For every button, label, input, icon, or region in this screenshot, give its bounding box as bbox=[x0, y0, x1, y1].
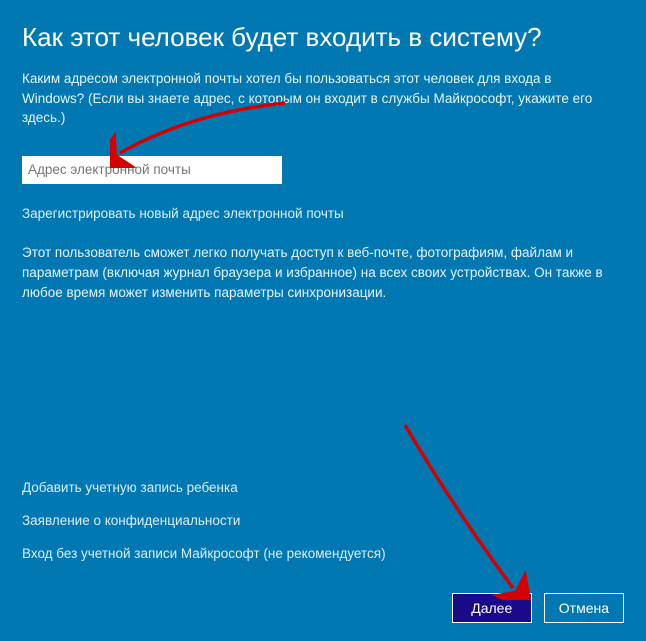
dialog-container: Как этот человек будет входить в систему… bbox=[0, 0, 646, 641]
cancel-button[interactable]: Отмена bbox=[544, 593, 624, 623]
subtitle-text: Каким адресом электронной почты хотел бы… bbox=[22, 69, 612, 128]
bottom-links: Добавить учетную запись ребенка Заявлени… bbox=[22, 480, 386, 561]
info-text: Этот пользователь сможет легко получать … bbox=[22, 243, 622, 304]
next-button[interactable]: Далее bbox=[452, 593, 532, 623]
page-title: Как этот человек будет входить в систему… bbox=[22, 22, 624, 53]
button-row: Далее Отмена bbox=[452, 593, 624, 623]
privacy-statement-link[interactable]: Заявление о конфиденциальности bbox=[22, 513, 386, 528]
email-input[interactable] bbox=[22, 156, 282, 184]
sign-in-without-ms-account-link[interactable]: Вход без учетной записи Майкрософт (не р… bbox=[22, 546, 386, 561]
add-child-account-link[interactable]: Добавить учетную запись ребенка bbox=[22, 480, 386, 495]
register-email-link[interactable]: Зарегистрировать новый адрес электронной… bbox=[22, 206, 624, 221]
